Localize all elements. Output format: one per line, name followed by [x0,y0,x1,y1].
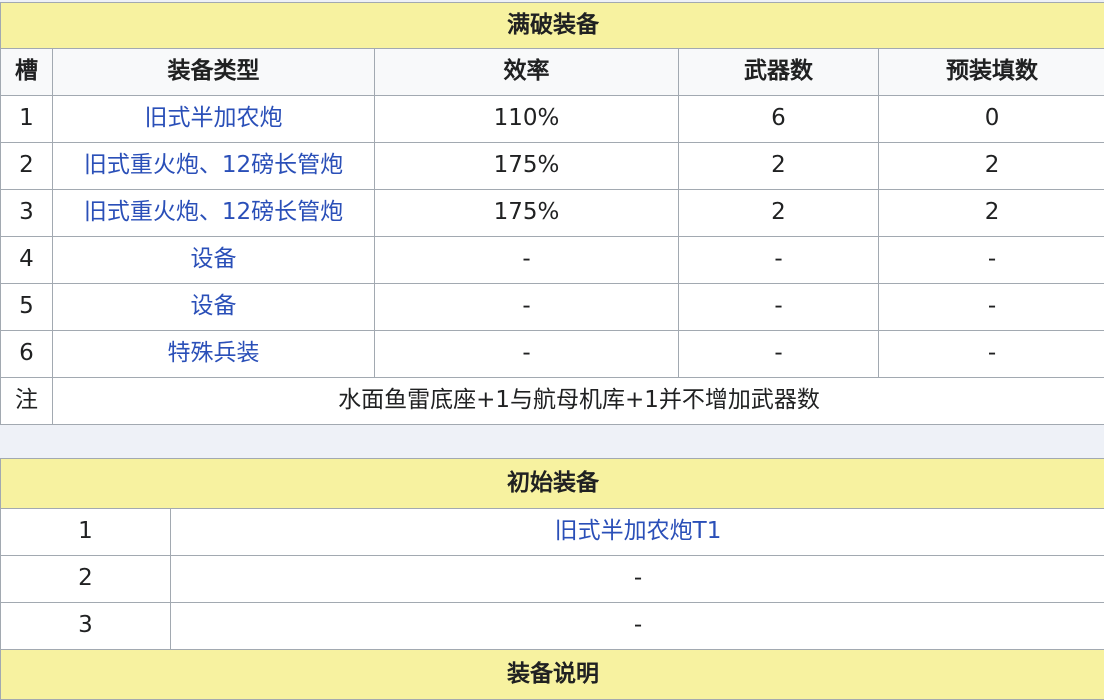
weapons-cell: 2 [679,143,879,190]
efficiency-cell: - [375,284,679,331]
table-row: 2 - [1,556,1104,603]
table-title: 初始装备 [1,459,1104,509]
table-row: 1 旧式半加农炮 110% 6 0 [1,96,1104,143]
efficiency-cell: - [375,237,679,284]
slot-cell: 2 [1,143,53,190]
slot-cell: 6 [1,331,53,378]
section-title-equipment-description: 装备说明 [1,650,1104,700]
equipment-type-link[interactable]: 设备 [191,293,237,319]
efficiency-cell: 175% [375,190,679,237]
column-header-efficiency: 效率 [375,49,679,96]
table-row: 1 旧式半加农炮T1 [1,509,1104,556]
preload-cell: - [879,237,1104,284]
efficiency-cell: - [375,331,679,378]
equipment-type-link[interactable]: 旧式重火炮、12磅长管炮 [84,199,343,225]
type-cell: 特殊兵装 [53,331,375,378]
slot-cell: 3 [1,603,171,650]
column-header-slot: 槽 [1,49,53,96]
equipment-type-link[interactable]: 旧式重火炮、12磅长管炮 [84,152,343,178]
weapons-cell: - [679,284,879,331]
preload-cell: 0 [879,96,1104,143]
preload-cell: 2 [879,190,1104,237]
slot-cell: 1 [1,96,53,143]
type-cell: 设备 [53,237,375,284]
type-cell: 旧式重火炮、12磅长管炮 [53,143,375,190]
note-text: 水面鱼雷底座+1与航母机库+1并不增加武器数 [53,378,1104,425]
slot-cell: 3 [1,190,53,237]
equipment-type-link[interactable]: 特殊兵装 [168,340,260,366]
preload-cell: - [879,331,1104,378]
table-row: 4 设备 - - - [1,237,1104,284]
preload-cell: - [879,284,1104,331]
initial-equipment-table: 初始装备 1 旧式半加农炮T1 2 - 3 - 装备说明 [0,458,1104,700]
slot-cell: 5 [1,284,53,331]
efficiency-cell: 175% [375,143,679,190]
table-row: 3 旧式重火炮、12磅长管炮 175% 2 2 [1,190,1104,237]
table-title: 满破装备 [1,3,1104,49]
weapons-cell: 6 [679,96,879,143]
type-cell: 旧式半加农炮 [53,96,375,143]
equipment-type-link[interactable]: 设备 [191,246,237,272]
type-cell: 设备 [53,284,375,331]
type-cell: 旧式重火炮、12磅长管炮 [53,190,375,237]
table-row: 5 设备 - - - [1,284,1104,331]
table-gap [0,433,1104,458]
weapons-cell: - [679,237,879,284]
slot-cell: 2 [1,556,171,603]
slot-cell: 4 [1,237,53,284]
full-break-equipment-table: 满破装备 槽 装备类型 效率 武器数 预装填数 1 旧式半加农炮 110% 6 … [0,2,1104,425]
equipment-cell: 旧式半加农炮T1 [171,509,1104,556]
weapons-cell: - [679,331,879,378]
note-label: 注 [1,378,53,425]
preload-cell: 2 [879,143,1104,190]
table-row: 2 旧式重火炮、12磅长管炮 175% 2 2 [1,143,1104,190]
equipment-link[interactable]: 旧式半加农炮T1 [555,518,722,544]
equipment-cell: - [171,603,1104,650]
table-row: 3 - [1,603,1104,650]
equipment-cell: - [171,556,1104,603]
slot-cell: 1 [1,509,171,556]
weapons-cell: 2 [679,190,879,237]
table-row: 6 特殊兵装 - - - [1,331,1104,378]
equipment-type-link[interactable]: 旧式半加农炮 [145,105,283,131]
column-header-weapons: 武器数 [679,49,879,96]
column-header-type: 装备类型 [53,49,375,96]
column-header-preload: 预装填数 [879,49,1104,96]
note-row: 注 水面鱼雷底座+1与航母机库+1并不增加武器数 [1,378,1104,425]
efficiency-cell: 110% [375,96,679,143]
